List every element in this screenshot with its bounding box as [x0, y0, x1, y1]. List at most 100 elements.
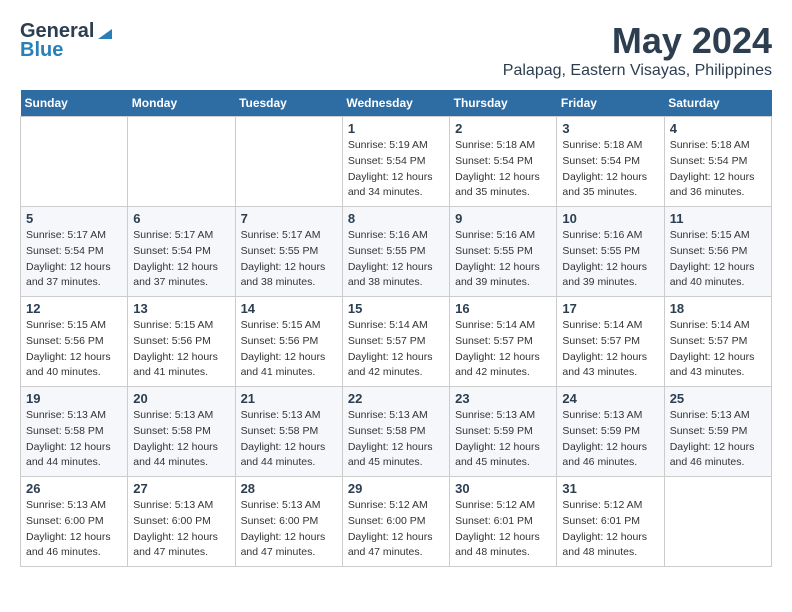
- calendar-week-row: 12 Sunrise: 5:15 AM Sunset: 5:56 PM Dayli…: [21, 297, 772, 387]
- calendar-cell: 29Sunrise: 5:12 AM Sunset: 6:00 PM Dayli…: [342, 477, 449, 567]
- calendar-cell: 2Sunrise: 5:18 AM Sunset: 5:54 PM Daylig…: [450, 117, 557, 207]
- subtitle: Palapag, Eastern Visayas, Philippines: [503, 62, 772, 80]
- day-number: 21: [241, 391, 337, 406]
- calendar-week-row: 1Sunrise: 5:19 AM Sunset: 5:54 PM Daylig…: [21, 117, 772, 207]
- calendar-cell: 23Sunrise: 5:13 AM Sunset: 5:59 PM Dayli…: [450, 387, 557, 477]
- calendar-cell: 14 Sunrise: 5:15 AM Sunset: 5:56 PM Dayli…: [235, 297, 342, 387]
- calendar-cell: 24 Sunrise: 5:13 AM Sunset: 5:59 PM Dayli…: [557, 387, 664, 477]
- logo-icon: [96, 23, 114, 41]
- day-info: Sunrise: 5:13 AM Sunset: 5:58 PM Dayligh…: [241, 408, 337, 471]
- weekday-header-thursday: Thursday: [450, 90, 557, 117]
- calendar-cell: 30 Sunrise: 5:12 AM Sunset: 6:01 PM Dayli…: [450, 477, 557, 567]
- day-number: 30: [455, 481, 551, 496]
- calendar-cell: [664, 477, 771, 567]
- day-info: Sunrise: 5:16 AM Sunset: 5:55 PM Dayligh…: [562, 228, 658, 291]
- calendar-cell: 7 Sunrise: 5:17 AM Sunset: 5:55 PM Daylig…: [235, 207, 342, 297]
- day-number: 8: [348, 211, 444, 226]
- day-info: Sunrise: 5:13 AM Sunset: 5:58 PM Dayligh…: [26, 408, 122, 471]
- day-info: Sunrise: 5:14 AM Sunset: 5:57 PM Dayligh…: [670, 318, 766, 381]
- day-number: 31: [562, 481, 658, 496]
- calendar-cell: 15Sunrise: 5:14 AM Sunset: 5:57 PM Dayli…: [342, 297, 449, 387]
- day-number: 25: [670, 391, 766, 406]
- day-info: Sunrise: 5:13 AM Sunset: 6:00 PM Dayligh…: [133, 498, 229, 561]
- day-info: Sunrise: 5:13 AM Sunset: 6:00 PM Dayligh…: [26, 498, 122, 561]
- calendar-cell: 17Sunrise: 5:14 AM Sunset: 5:57 PM Dayli…: [557, 297, 664, 387]
- day-number: 4: [670, 121, 766, 136]
- calendar-cell: 16Sunrise: 5:14 AM Sunset: 5:57 PM Dayli…: [450, 297, 557, 387]
- calendar-cell: 25 Sunrise: 5:13 AM Sunset: 5:59 PM Dayli…: [664, 387, 771, 477]
- day-info: Sunrise: 5:13 AM Sunset: 5:58 PM Dayligh…: [348, 408, 444, 471]
- day-number: 1: [348, 121, 444, 136]
- day-info: Sunrise: 5:16 AM Sunset: 5:55 PM Dayligh…: [455, 228, 551, 291]
- logo: General Blue: [20, 20, 114, 62]
- weekday-header-sunday: Sunday: [21, 90, 128, 117]
- day-number: 20: [133, 391, 229, 406]
- calendar-cell: 3 Sunrise: 5:18 AM Sunset: 5:54 PM Daylig…: [557, 117, 664, 207]
- calendar-cell: 6 Sunrise: 5:17 AM Sunset: 5:54 PM Daylig…: [128, 207, 235, 297]
- day-number: 5: [26, 211, 122, 226]
- day-number: 7: [241, 211, 337, 226]
- weekday-header-row: SundayMondayTuesdayWednesdayThursdayFrid…: [21, 90, 772, 117]
- day-info: Sunrise: 5:12 AM Sunset: 6:01 PM Dayligh…: [455, 498, 551, 561]
- weekday-header-saturday: Saturday: [664, 90, 771, 117]
- calendar-cell: 1Sunrise: 5:19 AM Sunset: 5:54 PM Daylig…: [342, 117, 449, 207]
- day-number: 26: [26, 481, 122, 496]
- calendar-cell: 19 Sunrise: 5:13 AM Sunset: 5:58 PM Dayli…: [21, 387, 128, 477]
- calendar-cell: [128, 117, 235, 207]
- calendar-cell: 31 Sunrise: 5:12 AM Sunset: 6:01 PM Dayli…: [557, 477, 664, 567]
- weekday-header-friday: Friday: [557, 90, 664, 117]
- calendar-cell: 20Sunrise: 5:13 AM Sunset: 5:58 PM Dayli…: [128, 387, 235, 477]
- calendar-cell: 5 Sunrise: 5:17 AM Sunset: 5:54 PM Daylig…: [21, 207, 128, 297]
- calendar-week-row: 26 Sunrise: 5:13 AM Sunset: 6:00 PM Dayli…: [21, 477, 772, 567]
- day-info: Sunrise: 5:17 AM Sunset: 5:54 PM Dayligh…: [133, 228, 229, 291]
- day-number: 29: [348, 481, 444, 496]
- weekday-header-tuesday: Tuesday: [235, 90, 342, 117]
- day-info: Sunrise: 5:15 AM Sunset: 5:56 PM Dayligh…: [670, 228, 766, 291]
- day-number: 19: [26, 391, 122, 406]
- day-info: Sunrise: 5:17 AM Sunset: 5:54 PM Dayligh…: [26, 228, 122, 291]
- title-block: May 2024 Palapag, Eastern Visayas, Phili…: [503, 20, 772, 80]
- calendar-cell: 27Sunrise: 5:13 AM Sunset: 6:00 PM Dayli…: [128, 477, 235, 567]
- calendar-cell: 11Sunrise: 5:15 AM Sunset: 5:56 PM Dayli…: [664, 207, 771, 297]
- day-number: 9: [455, 211, 551, 226]
- calendar-cell: 22 Sunrise: 5:13 AM Sunset: 5:58 PM Dayli…: [342, 387, 449, 477]
- day-info: Sunrise: 5:16 AM Sunset: 5:55 PM Dayligh…: [348, 228, 444, 291]
- calendar-week-row: 19 Sunrise: 5:13 AM Sunset: 5:58 PM Dayli…: [21, 387, 772, 477]
- day-info: Sunrise: 5:13 AM Sunset: 6:00 PM Dayligh…: [241, 498, 337, 561]
- day-info: Sunrise: 5:13 AM Sunset: 5:59 PM Dayligh…: [562, 408, 658, 471]
- day-number: 23: [455, 391, 551, 406]
- day-number: 18: [670, 301, 766, 316]
- day-info: Sunrise: 5:14 AM Sunset: 5:57 PM Dayligh…: [455, 318, 551, 381]
- main-title: May 2024: [503, 20, 772, 62]
- day-info: Sunrise: 5:13 AM Sunset: 5:59 PM Dayligh…: [670, 408, 766, 471]
- day-info: Sunrise: 5:18 AM Sunset: 5:54 PM Dayligh…: [670, 138, 766, 201]
- day-number: 28: [241, 481, 337, 496]
- day-info: Sunrise: 5:12 AM Sunset: 6:01 PM Dayligh…: [562, 498, 658, 561]
- day-info: Sunrise: 5:17 AM Sunset: 5:55 PM Dayligh…: [241, 228, 337, 291]
- day-number: 6: [133, 211, 229, 226]
- day-info: Sunrise: 5:18 AM Sunset: 5:54 PM Dayligh…: [562, 138, 658, 201]
- weekday-header-wednesday: Wednesday: [342, 90, 449, 117]
- day-number: 24: [562, 391, 658, 406]
- calendar-cell: 28 Sunrise: 5:13 AM Sunset: 6:00 PM Dayli…: [235, 477, 342, 567]
- day-info: Sunrise: 5:15 AM Sunset: 5:56 PM Dayligh…: [241, 318, 337, 381]
- day-info: Sunrise: 5:15 AM Sunset: 5:56 PM Dayligh…: [26, 318, 122, 381]
- day-number: 22: [348, 391, 444, 406]
- day-number: 12: [26, 301, 122, 316]
- weekday-header-monday: Monday: [128, 90, 235, 117]
- calendar-cell: 26 Sunrise: 5:13 AM Sunset: 6:00 PM Dayli…: [21, 477, 128, 567]
- page-header: General Blue May 2024 Palapag, Eastern V…: [20, 20, 772, 80]
- day-info: Sunrise: 5:15 AM Sunset: 5:56 PM Dayligh…: [133, 318, 229, 381]
- calendar-cell: 9 Sunrise: 5:16 AM Sunset: 5:55 PM Daylig…: [450, 207, 557, 297]
- day-number: 10: [562, 211, 658, 226]
- day-number: 14: [241, 301, 337, 316]
- day-number: 13: [133, 301, 229, 316]
- calendar-cell: [235, 117, 342, 207]
- day-number: 15: [348, 301, 444, 316]
- day-info: Sunrise: 5:14 AM Sunset: 5:57 PM Dayligh…: [562, 318, 658, 381]
- calendar-cell: 21 Sunrise: 5:13 AM Sunset: 5:58 PM Dayli…: [235, 387, 342, 477]
- day-info: Sunrise: 5:18 AM Sunset: 5:54 PM Dayligh…: [455, 138, 551, 201]
- calendar-week-row: 5 Sunrise: 5:17 AM Sunset: 5:54 PM Daylig…: [21, 207, 772, 297]
- calendar-table: SundayMondayTuesdayWednesdayThursdayFrid…: [20, 90, 772, 567]
- day-number: 3: [562, 121, 658, 136]
